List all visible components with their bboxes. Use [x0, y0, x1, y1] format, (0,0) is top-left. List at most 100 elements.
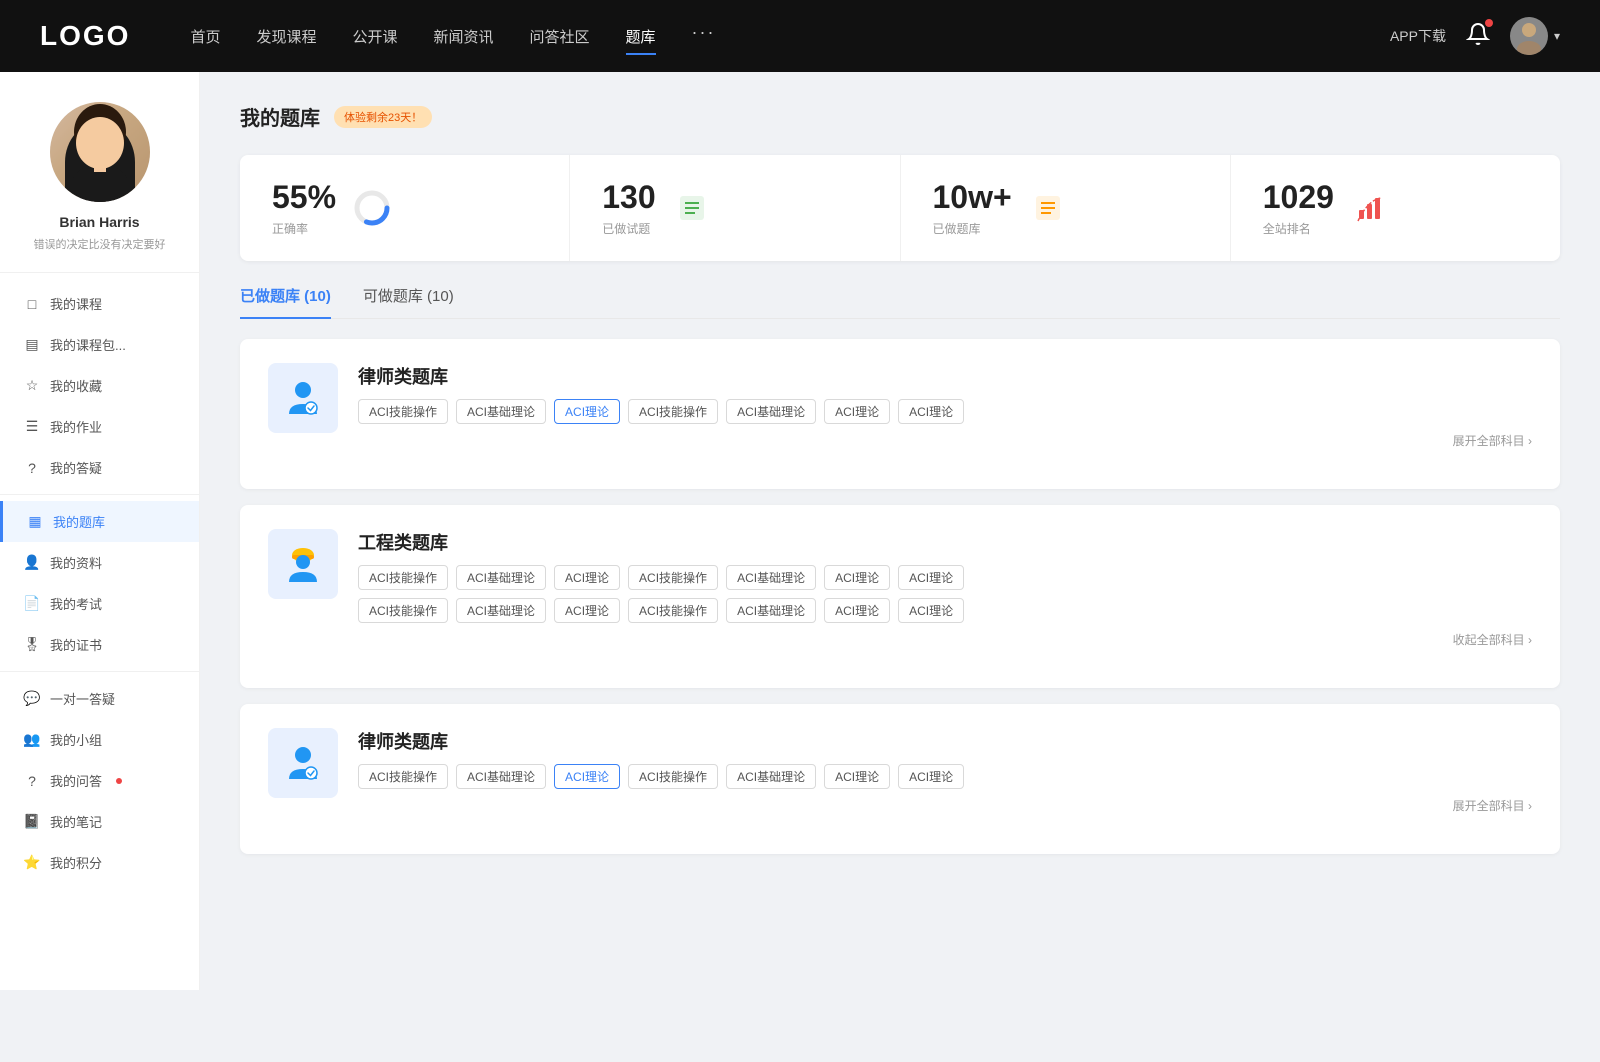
sidebar-item-notes[interactable]: 📓 我的笔记 — [0, 801, 199, 842]
done-questions-icon-wrap — [672, 188, 712, 228]
sidebar-label-certificate: 我的证书 — [50, 635, 102, 654]
done-banks-value: 10w+ — [933, 179, 1012, 216]
nav-qa[interactable]: 问答社区 — [530, 22, 590, 51]
sidebar-label-questions: 我的问答 — [50, 771, 102, 790]
tag-2-12[interactable]: ACI理论 — [824, 598, 890, 623]
app-download-button[interactable]: APP下载 — [1390, 26, 1446, 46]
accuracy-value-wrap: 55% 正确率 — [272, 179, 336, 237]
sidebar-item-group[interactable]: 👥 我的小组 — [0, 719, 199, 760]
tag-1-1[interactable]: ACI基础理论 — [456, 399, 546, 424]
main-layout: Brian Harris 错误的决定比没有决定要好 □ 我的课程 ▤ 我的课程包… — [0, 72, 1600, 990]
lawyer-person-icon — [281, 376, 325, 420]
tag-1-2[interactable]: ACI理论 — [554, 399, 620, 424]
navbar-menu: 首页 发现课程 公开课 新闻资讯 问答社区 题库 ··· — [190, 22, 1390, 51]
stat-done-banks: 10w+ 已做题库 — [901, 155, 1231, 261]
tag-2-4[interactable]: ACI基础理论 — [726, 565, 816, 590]
done-questions-value: 130 — [602, 179, 655, 216]
tag-3-1[interactable]: ACI基础理论 — [456, 764, 546, 789]
tag-1-3[interactable]: ACI技能操作 — [628, 399, 718, 424]
done-questions-value-wrap: 130 已做试题 — [602, 179, 655, 237]
nav-home[interactable]: 首页 — [190, 22, 220, 51]
tag-2-10[interactable]: ACI技能操作 — [628, 598, 718, 623]
sidebar-item-my-qa[interactable]: ? 我的答疑 — [0, 447, 199, 488]
done-banks-value-wrap: 10w+ 已做题库 — [933, 179, 1012, 237]
lawyer-person-icon-3 — [281, 741, 325, 785]
tag-2-0[interactable]: ACI技能操作 — [358, 565, 448, 590]
tag-1-5[interactable]: ACI理论 — [824, 399, 890, 424]
tag-3-3[interactable]: ACI技能操作 — [628, 764, 718, 789]
sidebar-item-questions[interactable]: ? 我的问答 — [0, 760, 199, 801]
tag-3-5[interactable]: ACI理论 — [824, 764, 890, 789]
profile-avatar — [50, 102, 150, 202]
sidebar-item-homework[interactable]: ☰ 我的作业 — [0, 406, 199, 447]
tag-2-5[interactable]: ACI理论 — [824, 565, 890, 590]
tag-2-1[interactable]: ACI基础理论 — [456, 565, 546, 590]
profile-icon: 👤 — [24, 555, 40, 571]
qbank-card-1: 律师类题库 ACI技能操作 ACI基础理论 ACI理论 ACI技能操作 ACI基… — [240, 339, 1560, 489]
tag-2-6[interactable]: ACI理论 — [898, 565, 964, 590]
tag-2-11[interactable]: ACI基础理论 — [726, 598, 816, 623]
sidebar-divider-1 — [0, 494, 199, 495]
sidebar-item-points[interactable]: ⭐ 我的积分 — [0, 842, 199, 883]
course-package-icon: ▤ — [24, 337, 40, 353]
page-title: 我的题库 — [240, 102, 320, 131]
accuracy-donut-chart — [352, 188, 392, 228]
sidebar-item-course-package[interactable]: ▤ 我的课程包... — [0, 324, 199, 365]
tab-available-banks[interactable]: 可做题库 (10) — [363, 285, 454, 318]
tabs-row: 已做题库 (10) 可做题库 (10) — [240, 285, 1560, 319]
nav-qbank[interactable]: 题库 — [626, 22, 656, 51]
tag-3-0[interactable]: ACI技能操作 — [358, 764, 448, 789]
sidebar-item-qbank[interactable]: ▦ 我的题库 — [0, 501, 199, 542]
tab-done-banks[interactable]: 已做题库 (10) — [240, 285, 331, 318]
tag-1-6[interactable]: ACI理论 — [898, 399, 964, 424]
group-icon: 👥 — [24, 732, 40, 748]
avatar-image — [50, 102, 150, 202]
tag-3-6[interactable]: ACI理论 — [898, 764, 964, 789]
nav-open-course[interactable]: 公开课 — [352, 22, 397, 51]
certificate-icon: 🎖 — [24, 637, 40, 653]
sidebar-item-favorites[interactable]: ☆ 我的收藏 — [0, 365, 199, 406]
tag-3-4[interactable]: ACI基础理论 — [726, 764, 816, 789]
expand-btn-3[interactable]: 展开全部科目 › — [358, 797, 1532, 814]
tag-1-4[interactable]: ACI基础理论 — [726, 399, 816, 424]
tag-3-2[interactable]: ACI理论 — [554, 764, 620, 789]
expand-btn-1[interactable]: 展开全部科目 › — [358, 432, 1532, 449]
page-title-row: 我的题库 体验剩余23天！ — [240, 102, 1560, 131]
rank-icon-wrap — [1350, 188, 1390, 228]
navbar-right: APP下载 ▾ — [1390, 17, 1560, 55]
homework-icon: ☰ — [24, 419, 40, 435]
tag-2-3[interactable]: ACI技能操作 — [628, 565, 718, 590]
collapse-btn-2[interactable]: 收起全部科目 › — [358, 631, 1532, 648]
qbank-card-2: 工程类题库 ACI技能操作 ACI基础理论 ACI理论 ACI技能操作 ACI基… — [240, 505, 1560, 688]
tag-2-13[interactable]: ACI理论 — [898, 598, 964, 623]
nav-news[interactable]: 新闻资讯 — [434, 22, 494, 51]
tag-2-8[interactable]: ACI基础理论 — [456, 598, 546, 623]
sidebar-label-my-qa: 我的答疑 — [50, 458, 102, 477]
sidebar-item-exam[interactable]: 📄 我的考试 — [0, 583, 199, 624]
done-questions-label: 已做试题 — [602, 220, 655, 237]
sidebar-label-notes: 我的笔记 — [50, 812, 102, 831]
user-avatar-button[interactable]: ▾ — [1510, 17, 1560, 55]
avatar-chevron-icon: ▾ — [1554, 29, 1560, 43]
sidebar-item-one-on-one[interactable]: 💬 一对一答疑 — [0, 678, 199, 719]
tag-1-0[interactable]: ACI技能操作 — [358, 399, 448, 424]
bell-button[interactable] — [1466, 22, 1490, 51]
qbank-card-2-tags-row1: ACI技能操作 ACI基础理论 ACI理论 ACI技能操作 ACI基础理论 AC… — [358, 565, 1532, 590]
nav-more[interactable]: ··· — [692, 22, 716, 51]
qbank-card-2-title: 工程类题库 — [358, 529, 1532, 555]
tag-2-7[interactable]: ACI技能操作 — [358, 598, 448, 623]
sidebar-divider-2 — [0, 671, 199, 672]
sidebar-item-certificate[interactable]: 🎖 我的证书 — [0, 624, 199, 665]
sidebar-item-profile[interactable]: 👤 我的资料 — [0, 542, 199, 583]
navbar: LOGO 首页 发现课程 公开课 新闻资讯 问答社区 题库 ··· APP下载 … — [0, 0, 1600, 72]
qbank-card-1-tags: ACI技能操作 ACI基础理论 ACI理论 ACI技能操作 ACI基础理论 AC… — [358, 399, 1532, 424]
nav-discover[interactable]: 发现课程 — [256, 22, 316, 51]
tag-2-9[interactable]: ACI理论 — [554, 598, 620, 623]
exam-icon: 📄 — [24, 596, 40, 612]
list-orange-icon — [1032, 192, 1064, 224]
course-icon: □ — [24, 296, 40, 312]
sidebar-item-my-course[interactable]: □ 我的课程 — [0, 283, 199, 324]
tag-2-2[interactable]: ACI理论 — [554, 565, 620, 590]
sidebar: Brian Harris 错误的决定比没有决定要好 □ 我的课程 ▤ 我的课程包… — [0, 72, 200, 990]
one-on-one-icon: 💬 — [24, 691, 40, 707]
